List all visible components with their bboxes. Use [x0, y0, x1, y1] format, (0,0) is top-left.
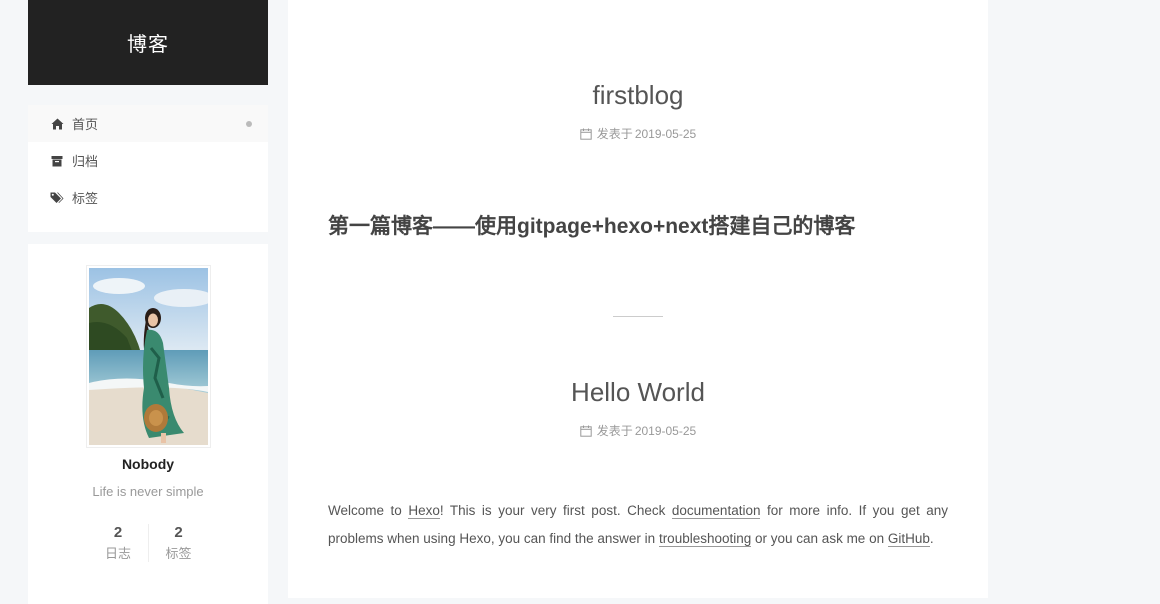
main-content: firstblog 发表于 2019-05-25 第一篇博客——使用gitpag…	[288, 0, 988, 598]
nav-menu: 首页 归档 标签	[28, 105, 268, 232]
post-hello-world: Hello World 发表于 2019-05-25 Welcome to He…	[288, 317, 988, 553]
post-title[interactable]: Hello World	[288, 377, 988, 408]
link-github[interactable]: GitHub	[887, 531, 930, 547]
link-hexo[interactable]: Hexo	[408, 503, 440, 519]
active-indicator	[246, 121, 252, 127]
menu-item-label: 归档	[72, 154, 99, 169]
archive-icon	[50, 154, 64, 168]
calendar-icon	[580, 128, 592, 140]
post-date: 2019-05-25	[634, 126, 697, 141]
stat-count: 2	[174, 524, 183, 541]
post-meta-label: 发表于	[596, 127, 633, 141]
menu-item-archive[interactable]: 归档	[28, 142, 268, 179]
stat-tags[interactable]: 2 标签	[148, 524, 208, 562]
stat-posts[interactable]: 2 日志	[88, 524, 148, 562]
stat-label: 标签	[165, 546, 192, 561]
menu-item-label: 标签	[72, 191, 99, 206]
calendar-icon	[580, 425, 592, 437]
text-run: Welcome to	[328, 503, 409, 518]
sidebar: 博客 首页 归档 标签 Nobody Life is never simple …	[28, 0, 268, 604]
stat-label: 日志	[104, 546, 131, 561]
post-title[interactable]: firstblog	[288, 80, 988, 111]
site-brand: 博客	[28, 0, 268, 85]
home-icon	[50, 117, 64, 131]
link-troubleshooting[interactable]: troubleshooting	[658, 531, 752, 547]
post-paragraph: Welcome to Hexo! This is your very first…	[328, 497, 948, 553]
post-heading: 第一篇博客——使用gitpage+hexo+next搭建自己的博客	[328, 215, 856, 238]
author-profile: Nobody Life is never simple 2 日志 2 标签	[28, 244, 268, 604]
site-title[interactable]: 博客	[127, 28, 169, 57]
menu-item-label: 首页	[72, 117, 99, 132]
author-stats: 2 日志 2 标签	[28, 524, 268, 562]
post-meta: 发表于 2019-05-25	[288, 422, 988, 439]
post-firstblog: firstblog 发表于 2019-05-25 第一篇博客——使用gitpag…	[288, 0, 988, 240]
stat-count: 2	[113, 524, 123, 541]
menu-item-home[interactable]: 首页	[28, 105, 268, 142]
link-documentation[interactable]: documentation	[671, 503, 761, 519]
author-name: Nobody	[121, 456, 175, 472]
tags-icon	[50, 191, 64, 205]
text-run: or you can ask me on	[751, 531, 888, 546]
menu-item-tags[interactable]: 标签	[28, 179, 268, 216]
author-description: Life is never simple	[92, 484, 204, 499]
post-date: 2019-05-25	[634, 423, 697, 438]
text-run: ! This is your very first post. Check	[439, 503, 672, 518]
post-meta-label: 发表于	[596, 424, 633, 438]
author-avatar	[85, 265, 211, 448]
text-run: .	[929, 531, 934, 546]
post-meta: 发表于 2019-05-25	[288, 125, 988, 142]
